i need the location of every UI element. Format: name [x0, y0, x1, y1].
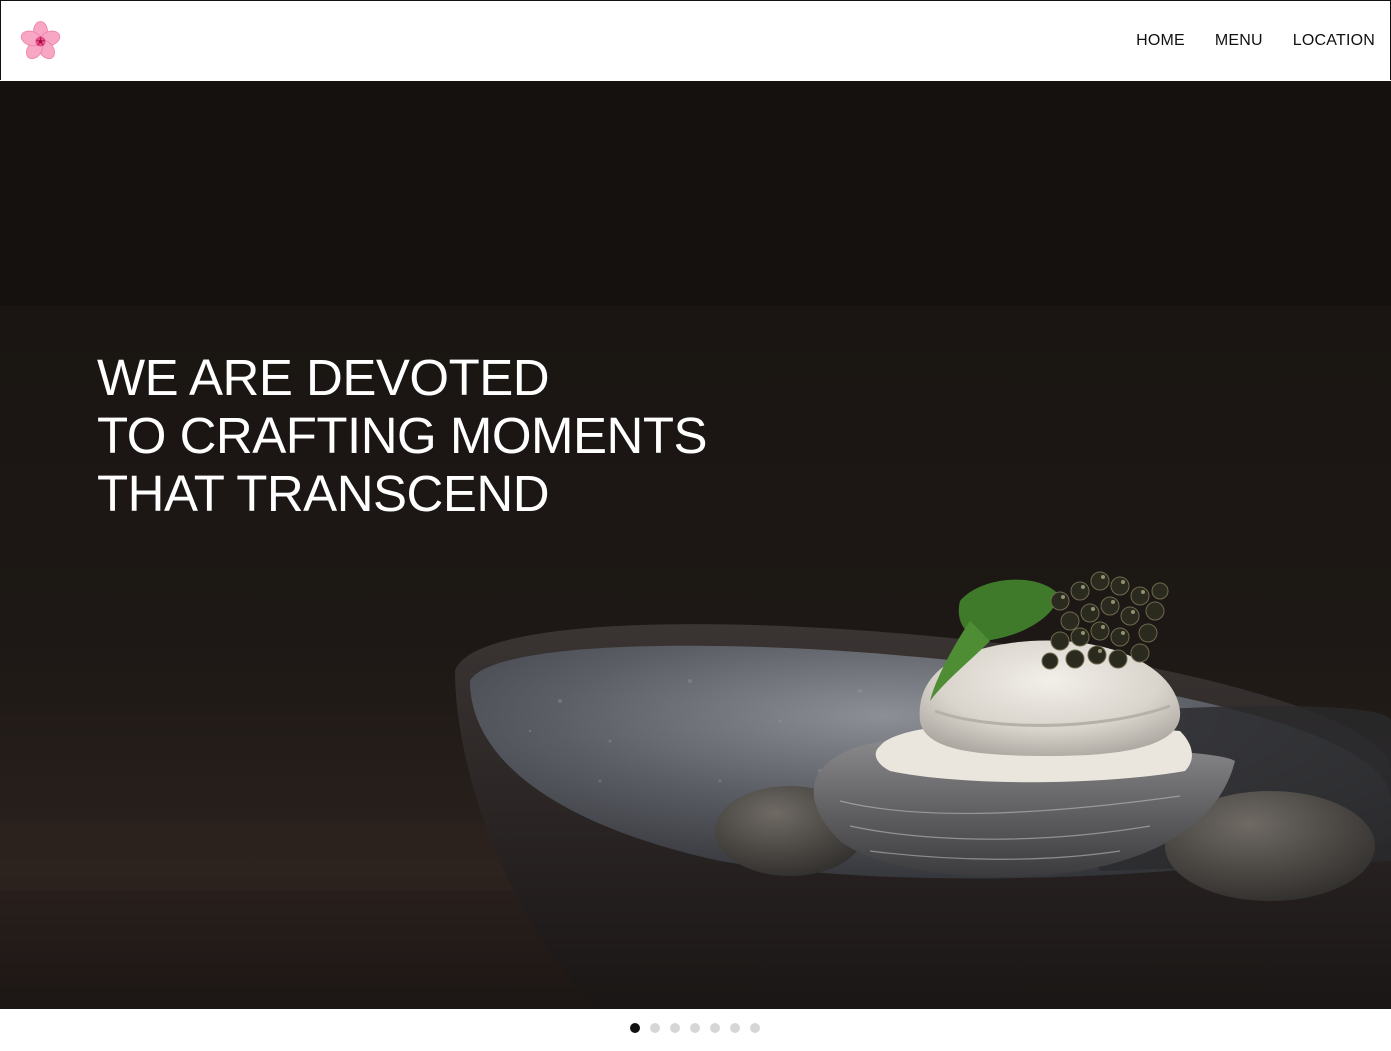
carousel-dot[interactable]	[650, 1023, 660, 1033]
carousel-dot[interactable]	[670, 1023, 680, 1033]
carousel-pagination	[630, 1023, 760, 1033]
nav-home[interactable]: HOME	[1136, 32, 1185, 50]
carousel-dot[interactable]	[630, 1023, 640, 1033]
main-nav: HOME MENU LOCATION	[1136, 32, 1375, 50]
carousel-dot[interactable]	[710, 1023, 720, 1033]
hero-headline: WE ARE DEVOTED TO CRAFTING MOMENTS THAT …	[97, 349, 708, 523]
carousel-dot[interactable]	[750, 1023, 760, 1033]
hero-image	[0, 81, 1391, 1009]
hero-section: WE ARE DEVOTED TO CRAFTING MOMENTS THAT …	[0, 81, 1391, 1009]
headline-line: WE ARE DEVOTED	[97, 349, 550, 406]
carousel-dot[interactable]	[730, 1023, 740, 1033]
cherry-blossom-icon[interactable]	[20, 21, 61, 62]
nav-menu[interactable]: MENU	[1215, 32, 1263, 50]
site-header: HOME MENU LOCATION	[0, 0, 1391, 80]
headline-line: TO CRAFTING MOMENTS	[97, 407, 708, 464]
carousel-dot[interactable]	[690, 1023, 700, 1033]
nav-location[interactable]: LOCATION	[1293, 32, 1375, 50]
headline-line: THAT TRANSCEND	[97, 465, 550, 522]
